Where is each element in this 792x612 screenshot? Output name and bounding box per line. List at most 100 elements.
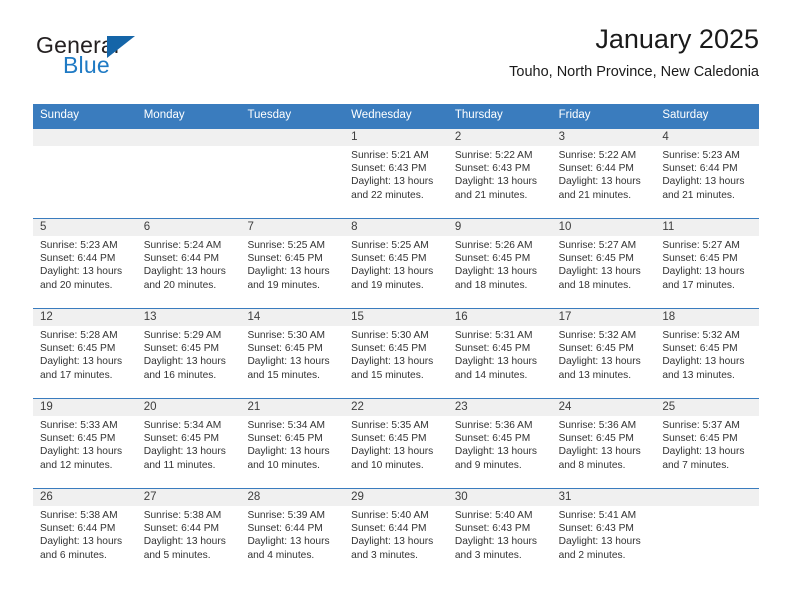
day-cell[interactable]: 20 Sunrise: 5:34 AM Sunset: 6:45 PM Dayl… xyxy=(136,399,241,488)
sunset-text: Sunset: 6:45 PM xyxy=(558,433,634,445)
day-cell[interactable]: 17 Sunrise: 5:32 AM Sunset: 6:45 PM Dayl… xyxy=(551,309,656,398)
sunrise-text: Sunrise: 5:34 AM xyxy=(143,420,222,431)
day-cell[interactable]: 11 Sunrise: 5:27 AM Sunset: 6:45 PM Dayl… xyxy=(655,219,760,308)
weekday-header-thursday: Thursday xyxy=(454,109,503,121)
sunset-text: Sunset: 6:44 PM xyxy=(143,253,220,265)
day-cell[interactable]: 7 Sunrise: 5:25 AM Sunset: 6:45 PM Dayli… xyxy=(240,219,345,308)
day-cell[interactable] xyxy=(655,489,760,578)
day-cell[interactable]: 27 Sunrise: 5:38 AM Sunset: 6:44 PM Dayl… xyxy=(136,489,241,578)
sunrise-text: Sunrise: 5:23 AM xyxy=(662,150,740,161)
day-number: 22 xyxy=(344,399,448,416)
daylight-text-line1: Daylight: 13 hours xyxy=(351,446,434,458)
day-details: Sunrise: 5:34 AM Sunset: 6:45 PM Dayligh… xyxy=(137,416,241,472)
sunset-text: Sunset: 6:45 PM xyxy=(40,343,116,355)
day-cell[interactable]: 12 Sunrise: 5:28 AM Sunset: 6:45 PM Dayl… xyxy=(33,309,137,398)
daylight-text-line2: and 3 minutes. xyxy=(351,549,418,561)
day-cell[interactable]: 6 Sunrise: 5:24 AM Sunset: 6:44 PM Dayli… xyxy=(136,219,241,308)
day-cell[interactable]: 22 Sunrise: 5:35 AM Sunset: 6:45 PM Dayl… xyxy=(344,399,448,488)
day-number: 12 xyxy=(33,309,137,326)
title-block: January 2025 Touho, North Province, New … xyxy=(279,22,759,81)
sunrise-text: Sunrise: 5:40 AM xyxy=(351,510,429,521)
day-cell[interactable]: 14 Sunrise: 5:30 AM Sunset: 6:45 PM Dayl… xyxy=(240,309,345,398)
daylight-text-line2: and 13 minutes. xyxy=(558,369,632,381)
day-cell[interactable]: 25 Sunrise: 5:37 AM Sunset: 6:45 PM Dayl… xyxy=(655,399,760,488)
daylight-text-line2: and 13 minutes. xyxy=(662,369,735,381)
sunrise-text: Sunrise: 5:37 AM xyxy=(662,420,740,431)
weekday-header-saturday: Saturday xyxy=(662,109,709,121)
day-number: 29 xyxy=(344,489,448,506)
day-cell[interactable] xyxy=(33,129,137,218)
daylight-text-line1: Daylight: 13 hours xyxy=(143,266,226,278)
day-cell[interactable]: 18 Sunrise: 5:32 AM Sunset: 6:45 PM Dayl… xyxy=(655,309,760,398)
sunset-text: Sunset: 6:43 PM xyxy=(454,163,531,175)
daylight-text-line1: Daylight: 13 hours xyxy=(662,446,745,458)
day-number: 24 xyxy=(551,399,656,416)
day-cell[interactable]: 8 Sunrise: 5:25 AM Sunset: 6:45 PM Dayli… xyxy=(344,219,448,308)
daylight-text-line1: Daylight: 13 hours xyxy=(558,266,641,278)
day-number: 28 xyxy=(240,489,345,506)
sunrise-text: Sunrise: 5:24 AM xyxy=(143,240,222,251)
day-number: 8 xyxy=(344,219,448,236)
week-row: 19 Sunrise: 5:33 AM Sunset: 6:45 PM Dayl… xyxy=(33,398,760,488)
daylight-text-line2: and 10 minutes. xyxy=(247,459,320,471)
daylight-text-line1: Daylight: 13 hours xyxy=(454,446,537,458)
day-number: 14 xyxy=(240,309,345,326)
daylight-text-line2: and 9 minutes. xyxy=(454,459,522,471)
day-cell[interactable]: 28 Sunrise: 5:39 AM Sunset: 6:44 PM Dayl… xyxy=(240,489,345,578)
daylight-text-line2: and 21 minutes. xyxy=(558,189,632,201)
day-details: Sunrise: 5:23 AM Sunset: 6:44 PM Dayligh… xyxy=(33,236,137,292)
sunrise-text: Sunrise: 5:27 AM xyxy=(558,240,637,251)
day-cell[interactable]: 19 Sunrise: 5:33 AM Sunset: 6:45 PM Dayl… xyxy=(33,399,137,488)
day-cell[interactable]: 9 Sunrise: 5:26 AM Sunset: 6:45 PM Dayli… xyxy=(447,219,552,308)
day-details: Sunrise: 5:32 AM Sunset: 6:45 PM Dayligh… xyxy=(552,326,656,382)
daylight-text-line2: and 22 minutes. xyxy=(351,189,424,201)
sunset-text: Sunset: 6:45 PM xyxy=(247,433,323,445)
day-number: 7 xyxy=(240,219,345,236)
day-cell[interactable]: 29 Sunrise: 5:40 AM Sunset: 6:44 PM Dayl… xyxy=(344,489,448,578)
day-number: 30 xyxy=(447,489,552,506)
week-row: 5 Sunrise: 5:23 AM Sunset: 6:44 PM Dayli… xyxy=(33,218,760,308)
day-details: Sunrise: 5:29 AM Sunset: 6:45 PM Dayligh… xyxy=(137,326,241,382)
day-details: Sunrise: 5:38 AM Sunset: 6:44 PM Dayligh… xyxy=(33,506,137,562)
daylight-text-line2: and 17 minutes. xyxy=(40,369,113,381)
day-cell[interactable]: 3 Sunrise: 5:22 AM Sunset: 6:44 PM Dayli… xyxy=(551,129,656,218)
page-title: January 2025 xyxy=(595,24,759,54)
day-cell[interactable] xyxy=(240,129,345,218)
day-cell[interactable]: 16 Sunrise: 5:31 AM Sunset: 6:45 PM Dayl… xyxy=(447,309,552,398)
sunrise-text: Sunrise: 5:33 AM xyxy=(40,420,118,431)
day-cell[interactable]: 13 Sunrise: 5:29 AM Sunset: 6:45 PM Dayl… xyxy=(136,309,241,398)
sunset-text: Sunset: 6:43 PM xyxy=(351,163,427,175)
day-cell[interactable]: 4 Sunrise: 5:23 AM Sunset: 6:44 PM Dayli… xyxy=(655,129,760,218)
daylight-text-line1: Daylight: 13 hours xyxy=(454,356,537,368)
sunrise-text: Sunrise: 5:38 AM xyxy=(40,510,118,521)
sunrise-text: Sunrise: 5:22 AM xyxy=(558,150,637,161)
sunset-text: Sunset: 6:45 PM xyxy=(454,433,531,445)
sunset-text: Sunset: 6:45 PM xyxy=(247,343,323,355)
daylight-text-line2: and 2 minutes. xyxy=(558,549,626,561)
general-blue-logo[interactable]: General Blue xyxy=(36,32,236,88)
daylight-text-line1: Daylight: 13 hours xyxy=(558,356,641,368)
day-details: Sunrise: 5:30 AM Sunset: 6:45 PM Dayligh… xyxy=(344,326,448,382)
logo-text-blue: Blue xyxy=(63,52,110,78)
day-cell[interactable]: 1 Sunrise: 5:21 AM Sunset: 6:43 PM Dayli… xyxy=(344,129,448,218)
day-cell[interactable]: 31 Sunrise: 5:41 AM Sunset: 6:43 PM Dayl… xyxy=(551,489,656,578)
day-cell[interactable]: 23 Sunrise: 5:36 AM Sunset: 6:45 PM Dayl… xyxy=(447,399,552,488)
daylight-text-line2: and 14 minutes. xyxy=(454,369,528,381)
day-cell[interactable]: 15 Sunrise: 5:30 AM Sunset: 6:45 PM Dayl… xyxy=(344,309,448,398)
day-details: Sunrise: 5:41 AM Sunset: 6:43 PM Dayligh… xyxy=(552,506,656,562)
day-number: 19 xyxy=(33,399,137,416)
sunrise-text: Sunrise: 5:23 AM xyxy=(40,240,118,251)
day-cell[interactable]: 2 Sunrise: 5:22 AM Sunset: 6:43 PM Dayli… xyxy=(447,129,552,218)
day-details: Sunrise: 5:30 AM Sunset: 6:45 PM Dayligh… xyxy=(240,326,344,382)
day-cell[interactable]: 30 Sunrise: 5:40 AM Sunset: 6:43 PM Dayl… xyxy=(447,489,552,578)
day-cell[interactable]: 5 Sunrise: 5:23 AM Sunset: 6:44 PM Dayli… xyxy=(33,219,137,308)
day-cell[interactable] xyxy=(136,129,241,218)
day-cell[interactable]: 24 Sunrise: 5:36 AM Sunset: 6:45 PM Dayl… xyxy=(551,399,656,488)
day-details: Sunrise: 5:40 AM Sunset: 6:44 PM Dayligh… xyxy=(344,506,448,562)
day-number: 3 xyxy=(551,129,656,146)
day-cell[interactable]: 10 Sunrise: 5:27 AM Sunset: 6:45 PM Dayl… xyxy=(551,219,656,308)
day-cell[interactable]: 26 Sunrise: 5:38 AM Sunset: 6:44 PM Dayl… xyxy=(33,489,137,578)
weekday-header-friday: Friday xyxy=(558,109,591,121)
day-cell[interactable]: 21 Sunrise: 5:34 AM Sunset: 6:45 PM Dayl… xyxy=(240,399,345,488)
sunset-text: Sunset: 6:43 PM xyxy=(558,523,634,535)
